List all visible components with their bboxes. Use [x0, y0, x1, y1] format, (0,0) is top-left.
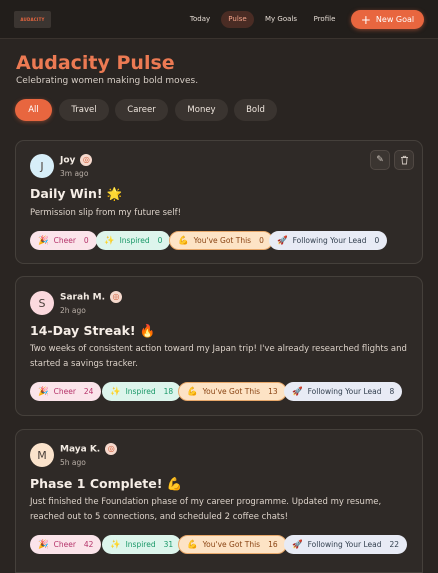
globe-icon: ◎ — [109, 291, 122, 303]
reaction-youve-got-this[interactable]: 💪 You've Got This 16 — [178, 535, 287, 554]
plus-icon: + — [360, 12, 371, 27]
reaction-inspired[interactable]: ✨ Inspired 31 — [102, 535, 182, 554]
post-body: Just finished the Foundation phase of my… — [30, 497, 382, 522]
author-name: Sarah M. — [60, 292, 105, 303]
flexed-arm-icon: 💪 — [187, 386, 198, 397]
party-icon: 🎉 — [38, 386, 49, 397]
post-body: Two weeks of consistent action toward my… — [30, 344, 407, 369]
reaction-cheer[interactable]: 🎉 Cheer 42 — [30, 535, 102, 554]
page-title: Audacity Pulse — [16, 52, 175, 74]
reaction-count: 0 — [83, 236, 89, 245]
reaction-label: Cheer — [53, 540, 76, 549]
page-subtitle: Celebrating women making bold moves. — [16, 76, 199, 86]
post-card: S Sarah M. ◎ 2h ago 14-Day Streak! 🔥 Two … — [15, 276, 423, 416]
delete-post-button[interactable] — [394, 150, 414, 170]
reaction-label: Following Your Lead — [307, 387, 382, 396]
reaction-count: 0 — [259, 236, 264, 245]
avatar: J — [30, 154, 54, 178]
rocket-icon: 🚀 — [292, 539, 303, 550]
reaction-count: 42 — [83, 540, 94, 549]
reaction-count: 16 — [268, 540, 278, 549]
reaction-youve-got-this[interactable]: 💪 You've Got This 13 — [178, 382, 287, 401]
filter-bold[interactable]: Bold — [234, 99, 277, 121]
reaction-label: Cheer — [53, 236, 76, 245]
reaction-following-your-lead[interactable]: 🚀 Following Your Lead 8 — [284, 382, 403, 401]
reaction-following-your-lead[interactable]: 🚀 Following Your Lead 22 — [284, 535, 408, 554]
filter-career[interactable]: Career — [115, 99, 168, 121]
edit-post-button[interactable]: ✎ — [370, 150, 390, 170]
reaction-count: 31 — [163, 540, 174, 549]
nav-my-goals[interactable]: My Goals — [261, 11, 301, 28]
reaction-count: 18 — [163, 387, 174, 396]
logo-text: AUDACITY — [20, 17, 45, 22]
reaction-label: Following Your Lead — [292, 236, 367, 245]
reaction-label: You've Got This — [193, 236, 252, 245]
post-author: Maya K. ◎ — [60, 443, 118, 455]
nav-pulse[interactable]: Pulse — [221, 11, 254, 28]
reaction-cheer[interactable]: 🎉 Cheer 0 — [30, 231, 97, 250]
filter-money[interactable]: Money — [175, 99, 228, 121]
avatar: S — [30, 291, 54, 315]
rocket-icon: 🚀 — [277, 235, 288, 246]
new-goal-label: New Goal — [375, 15, 415, 24]
author-name: Joy — [60, 155, 76, 166]
post-time: 5h ago — [60, 458, 86, 467]
reaction-count: 24 — [83, 387, 94, 396]
post-author: Sarah M. ◎ — [60, 291, 122, 303]
reaction-label: You've Got This — [202, 540, 261, 549]
flexed-arm-icon: 💪 — [187, 539, 198, 550]
reaction-label: Inspired — [125, 387, 156, 396]
reaction-inspired[interactable]: ✨ Inspired 0 — [96, 231, 171, 250]
reaction-count: 13 — [268, 387, 278, 396]
filter-all[interactable]: All — [15, 99, 52, 121]
reaction-label: Inspired — [119, 236, 150, 245]
post-time: 2h ago — [60, 306, 86, 315]
globe-icon: ◎ — [80, 154, 93, 166]
post-card: J Joy ◎ 3m ago ✎ Daily Win! 🌟 Permission … — [15, 140, 423, 264]
post-title: 14-Day Streak! 🔥 — [30, 323, 156, 338]
post-title: Daily Win! 🌟 — [30, 186, 123, 201]
sparkle-icon: ✨ — [104, 235, 115, 246]
flexed-arm-icon: 💪 — [178, 235, 189, 246]
reaction-cheer[interactable]: 🎉 Cheer 24 — [30, 382, 102, 401]
avatar: M — [30, 443, 54, 467]
reaction-inspired[interactable]: ✨ Inspired 18 — [102, 382, 182, 401]
reaction-count: 8 — [389, 387, 395, 396]
nav-profile[interactable]: Profile — [309, 11, 340, 28]
reaction-count: 22 — [389, 540, 400, 549]
nav-today[interactable]: Today — [183, 11, 217, 28]
filter-travel[interactable]: Travel — [59, 99, 109, 121]
reaction-youve-got-this[interactable]: 💪 You've Got This 0 — [169, 231, 273, 250]
sparkle-icon: ✨ — [110, 386, 121, 397]
globe-icon: ◎ — [105, 443, 118, 455]
post-body: Permission slip from my future self! — [30, 208, 182, 218]
author-name: Maya K. — [60, 444, 101, 455]
party-icon: 🎉 — [38, 235, 49, 246]
reaction-count: 0 — [157, 236, 163, 245]
top-nav-bar: AUDACITY Today Pulse My Goals Profile + … — [0, 0, 438, 39]
reaction-following-your-lead[interactable]: 🚀 Following Your Lead 0 — [269, 231, 388, 250]
reaction-label: You've Got This — [202, 387, 261, 396]
reaction-label: Inspired — [125, 540, 156, 549]
post-card: M Maya K. ◎ 5h ago Phase 1 Complete! 💪 Ju… — [15, 429, 423, 573]
sparkle-icon: ✨ — [110, 539, 121, 550]
trash-icon — [400, 155, 408, 165]
rocket-icon: 🚀 — [292, 386, 303, 397]
party-icon: 🎉 — [38, 539, 49, 550]
new-goal-button[interactable]: + New Goal — [351, 10, 424, 29]
reaction-label: Cheer — [53, 387, 76, 396]
pencil-icon: ✎ — [376, 155, 384, 165]
reaction-count: 0 — [374, 236, 380, 245]
post-time: 3m ago — [60, 169, 89, 178]
post-title: Phase 1 Complete! 💪 — [30, 476, 183, 491]
app-logo[interactable]: AUDACITY — [14, 11, 51, 28]
reaction-label: Following Your Lead — [307, 540, 382, 549]
post-author: Joy ◎ — [60, 154, 93, 166]
